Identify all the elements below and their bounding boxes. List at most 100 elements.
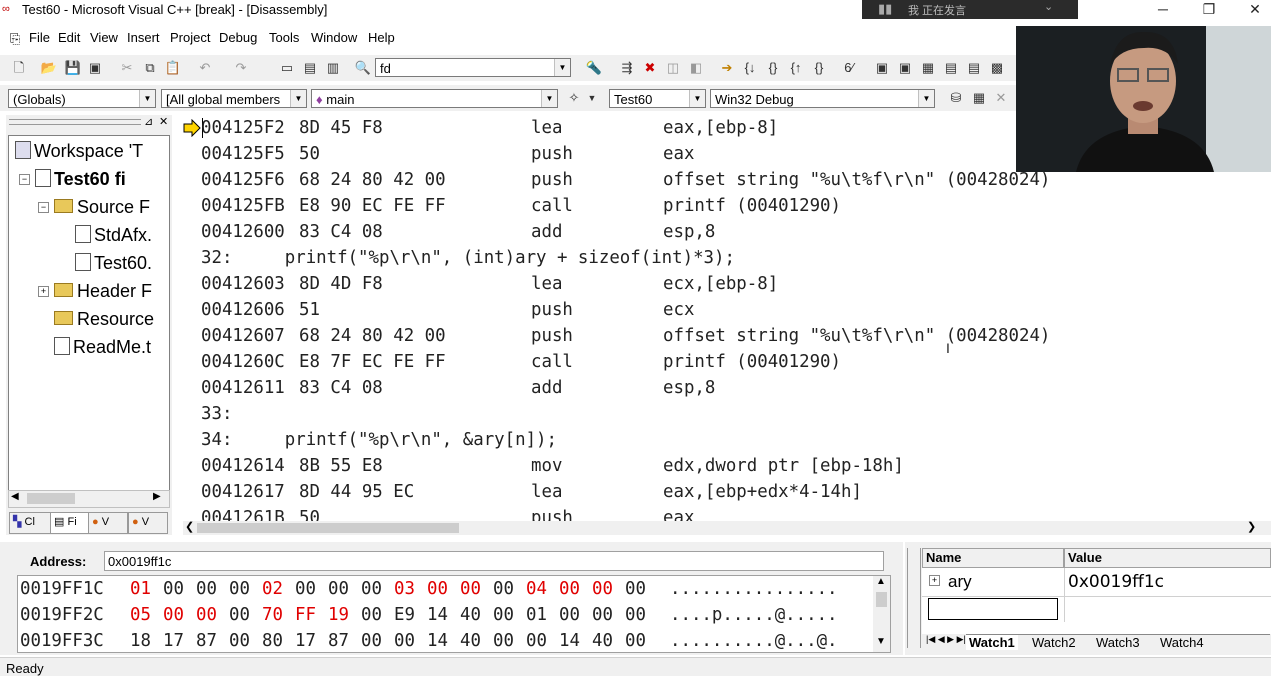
memory-byte[interactable]: 00: [559, 602, 580, 628]
quickwatch-icon[interactable]: 6⁄: [840, 59, 858, 77]
members-combo[interactable]: [All global members ▼: [161, 89, 307, 108]
tree-node-workspace[interactable]: Workspace 'T: [15, 141, 143, 162]
copy-icon[interactable]: ⧉: [141, 59, 159, 77]
pane-grip[interactable]: [907, 548, 921, 648]
project-combo[interactable]: Test60 ▼: [609, 89, 706, 108]
chevron-down-icon[interactable]: ▼: [541, 90, 557, 107]
watch-var-name[interactable]: ary: [948, 572, 972, 592]
open-icon[interactable]: 📂: [40, 59, 58, 77]
variables-icon[interactable]: ▣: [896, 59, 914, 77]
find-icon[interactable]: 🔦: [585, 59, 603, 77]
memory-byte[interactable]: 00: [592, 576, 613, 602]
new-file-icon[interactable]: 🗋: [10, 59, 28, 77]
memory-byte[interactable]: 00: [361, 628, 382, 652]
memory-byte[interactable]: 00: [625, 602, 646, 628]
menu-view[interactable]: View: [90, 30, 118, 45]
pane-grip[interactable]: [9, 119, 141, 125]
scroll-right-icon[interactable]: ❯: [1247, 520, 1256, 533]
window-list-icon[interactable]: ▥: [324, 59, 342, 77]
chevron-down-icon[interactable]: ⌄: [1044, 0, 1053, 13]
step-into-icon[interactable]: {↓: [741, 59, 759, 77]
workspace-icon[interactable]: ▭: [278, 59, 296, 77]
menu-edit[interactable]: Edit: [58, 30, 80, 45]
memory-byte[interactable]: 00: [493, 602, 514, 628]
scroll-down-icon[interactable]: ▼: [876, 636, 886, 647]
menu-insert[interactable]: Insert: [127, 30, 160, 45]
build-icon[interactable]: ✖: [641, 59, 659, 77]
tree-node-project[interactable]: Test60 fi: [35, 169, 126, 190]
watch-new-entry[interactable]: [928, 598, 1058, 620]
stop-build-icon[interactable]: ◫: [664, 59, 682, 77]
restore-button[interactable]: ❐: [1186, 0, 1232, 20]
tab-view4[interactable]: ● V: [128, 512, 168, 534]
memory-byte[interactable]: 05: [130, 602, 151, 628]
chevron-down-icon[interactable]: ▼: [689, 90, 705, 107]
run-to-cursor-icon[interactable]: {}: [810, 59, 828, 77]
memory-byte[interactable]: 00: [196, 576, 217, 602]
memory-byte[interactable]: 00: [328, 576, 349, 602]
memory-byte[interactable]: 17: [163, 628, 184, 652]
menu-file[interactable]: File: [29, 30, 50, 45]
memory-byte[interactable]: 70: [262, 602, 283, 628]
tab-view3[interactable]: ● V: [88, 512, 128, 534]
config-combo[interactable]: Win32 Debug ▼: [710, 89, 935, 108]
scroll-left-icon[interactable]: ◀: [11, 491, 19, 502]
expand-icon[interactable]: +: [929, 575, 940, 586]
memory-byte[interactable]: 04: [526, 576, 547, 602]
memory-byte[interactable]: 01: [130, 576, 151, 602]
watch-var-value[interactable]: 0x0019ff1c: [1068, 572, 1164, 592]
chevron-down-icon[interactable]: ▼: [583, 89, 601, 107]
find-combo[interactable]: fd ▼: [375, 58, 571, 77]
globals-combo[interactable]: (Globals) ▼: [8, 89, 156, 108]
tree-node-source[interactable]: Source F: [54, 197, 150, 218]
expand-icon[interactable]: +: [38, 286, 49, 297]
chevron-down-icon[interactable]: ▼: [918, 90, 934, 107]
wizard-action-icon[interactable]: ✧: [565, 89, 583, 107]
memory-byte[interactable]: 14: [427, 602, 448, 628]
build-mini-icon[interactable]: ⛁: [947, 89, 965, 107]
memory-byte[interactable]: 00: [625, 576, 646, 602]
close-icon[interactable]: ✕: [159, 115, 168, 128]
redo-icon[interactable]: ↷: [232, 59, 250, 77]
save-all-icon[interactable]: ▣: [86, 59, 104, 77]
tab-fileview[interactable]: ▤ Fi: [50, 512, 90, 534]
go-icon[interactable]: ➔: [718, 59, 736, 77]
memory-byte[interactable]: 00: [295, 576, 316, 602]
memory-byte[interactable]: 00: [196, 602, 217, 628]
memory-byte[interactable]: 40: [592, 628, 613, 652]
chevron-down-icon[interactable]: ▼: [554, 59, 570, 76]
memory-byte[interactable]: 03: [394, 576, 415, 602]
tree-node-test60[interactable]: Test60.: [75, 253, 152, 274]
tab-classview[interactable]: ▚ Cl: [9, 512, 53, 534]
memory-byte[interactable]: 00: [427, 576, 448, 602]
workspace-hscroll[interactable]: ◀ ▶: [8, 490, 170, 508]
memory-byte[interactable]: 00: [592, 602, 613, 628]
memory-byte[interactable]: 17: [295, 628, 316, 652]
memory-byte[interactable]: 40: [460, 628, 481, 652]
function-combo[interactable]: ♦ main ▼: [311, 89, 558, 108]
collapse-icon[interactable]: −: [19, 174, 30, 185]
memory-byte[interactable]: 00: [163, 576, 184, 602]
memory-byte[interactable]: 00: [493, 628, 514, 652]
paste-icon[interactable]: 📋: [164, 59, 182, 77]
compile-mini-icon[interactable]: ▦: [970, 89, 988, 107]
chevron-down-icon[interactable]: ▼: [290, 90, 306, 107]
memory-byte[interactable]: 87: [196, 628, 217, 652]
memory-byte[interactable]: 02: [262, 576, 283, 602]
tree-node-stdafx[interactable]: StdAfx.: [75, 225, 152, 246]
scroll-thumb[interactable]: [27, 493, 75, 504]
memory-byte[interactable]: 00: [526, 628, 547, 652]
memory-byte[interactable]: 40: [460, 602, 481, 628]
disassembly-hscroll[interactable]: ❮ ❯: [183, 521, 1271, 535]
step-out-icon[interactable]: {↑: [787, 59, 805, 77]
stop-mini-icon[interactable]: ✕: [992, 89, 1010, 107]
memory-byte[interactable]: 14: [559, 628, 580, 652]
watch-window-icon[interactable]: ▣: [873, 59, 891, 77]
menu-debug[interactable]: Debug: [219, 30, 257, 45]
memory-byte[interactable]: 80: [262, 628, 283, 652]
watch-list[interactable]: + ary 0x0019ff1c: [922, 568, 1271, 634]
tab-watch2[interactable]: Watch2: [1032, 635, 1076, 650]
memory-byte[interactable]: 18: [130, 628, 151, 652]
memory-byte[interactable]: FF: [295, 602, 316, 628]
watch-col-name[interactable]: Name: [922, 548, 1064, 568]
